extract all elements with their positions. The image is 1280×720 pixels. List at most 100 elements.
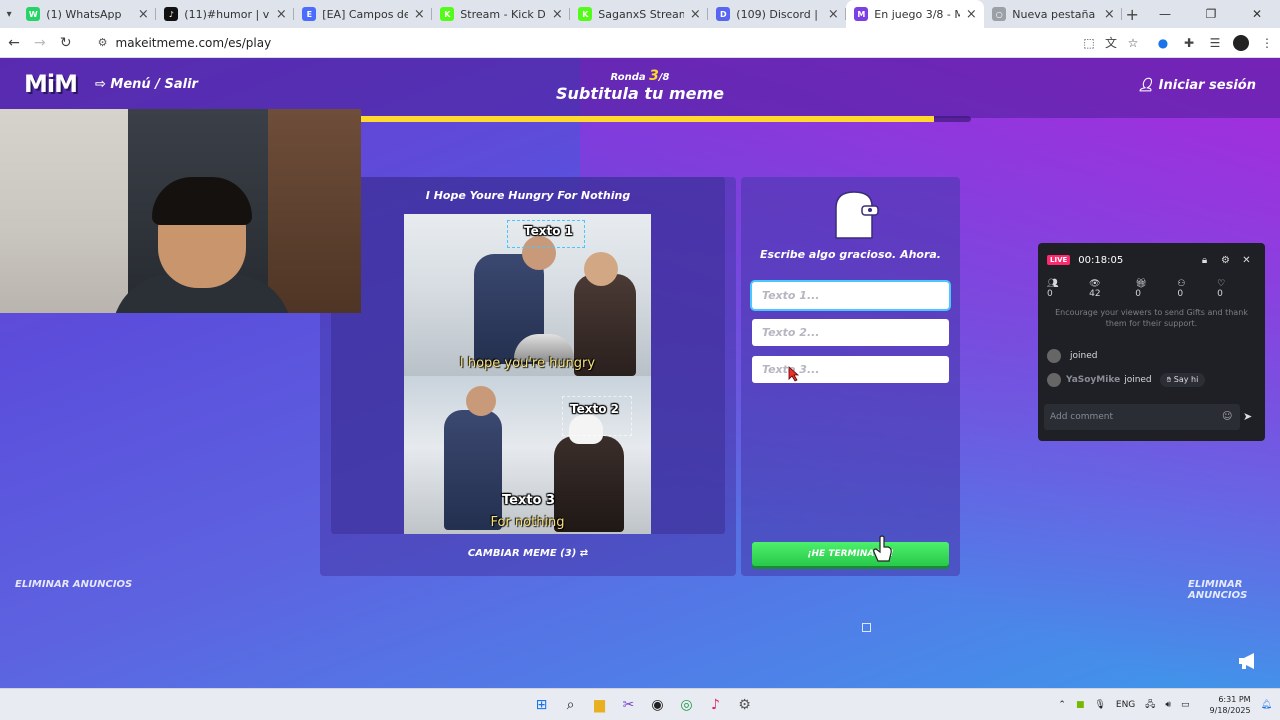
snipping-tool-icon[interactable]: ✂ xyxy=(614,694,643,716)
remove-ads-link-right[interactable]: ELIMINAR ANUNCIOS xyxy=(1188,579,1280,601)
browser-tab[interactable]: ○ Nueva pestaña × xyxy=(984,0,1123,28)
tab-close-icon[interactable]: × xyxy=(136,7,150,22)
network-icon[interactable]: 🖧︎ xyxy=(1145,697,1155,713)
extensions-puzzle-icon[interactable]: ✚ xyxy=(1176,36,1202,50)
obs-icon[interactable]: ◉ xyxy=(643,694,672,716)
chrome-icon[interactable]: ◎ xyxy=(672,694,701,716)
volume-icon[interactable]: 🔊︎ xyxy=(1165,700,1171,710)
search-icon[interactable]: ⌕ xyxy=(556,694,585,716)
overlay-toggle-icon[interactable] xyxy=(862,623,871,632)
page-viewport: MiM ⇨ Menú / Salir Ronda 3/8 Subtitula t… xyxy=(0,58,1280,688)
gifts-stat: 🎁︎ 0 xyxy=(1135,279,1165,299)
forward-arrow-icon[interactable]: → xyxy=(28,35,52,51)
tab-close-icon[interactable]: × xyxy=(688,7,702,22)
taskbar-apps: ⊞ ⌕ ▆ ✂ ◉ ◎ ♪ ⚙ xyxy=(527,694,759,716)
say-hi-label: Say hi xyxy=(1173,375,1199,384)
browser-tab[interactable]: E [EA] Campos de batall× xyxy=(294,0,433,28)
followers-stat: 👥︎ 0 xyxy=(1047,279,1077,299)
meme-figure xyxy=(444,410,502,530)
battery-icon[interactable]: ▭ xyxy=(1181,700,1190,710)
close-icon[interactable]: ✕ xyxy=(1236,255,1257,266)
site-info-icon[interactable]: ⚙ xyxy=(98,36,108,49)
tab-close-icon[interactable]: × xyxy=(826,7,840,22)
browser-tab-label: (11)#humor | videos de m xyxy=(184,7,270,21)
tray-overflow-chevron-icon[interactable]: ⌃ xyxy=(1058,700,1066,710)
chat-avatar xyxy=(1047,373,1061,387)
chat-line: joined xyxy=(1047,349,1097,363)
kick-stream-widget: LIVE 00:18:05 🔒︎ ⚙ ✕ 👥︎ 0 👁︎ 42 🎁︎ 0 ⚇ 0… xyxy=(1038,243,1265,441)
login-link[interactable]: 👤︎ Iniciar sesión xyxy=(1138,78,1256,93)
round-total: /8 xyxy=(658,72,670,83)
reading-list-icon[interactable]: ☰ xyxy=(1202,36,1228,50)
followers-count: 0 xyxy=(1047,289,1053,299)
change-meme-button[interactable]: CAMBIAR MEME (3) ⇄ xyxy=(331,548,725,559)
send-icon[interactable]: ➤ xyxy=(1243,410,1252,423)
emoji-icon[interactable]: ☺ xyxy=(1222,411,1232,422)
chat-avatar xyxy=(1047,349,1061,363)
say-hi-button[interactable]: ✋︎ Say hi xyxy=(1159,373,1206,387)
restore-icon[interactable]: ❐ xyxy=(1188,7,1234,21)
mascot-icon xyxy=(835,191,879,239)
clock[interactable]: 6:31 PM 9/18/2025 xyxy=(1200,694,1251,716)
megaphone-icon[interactable] xyxy=(1238,652,1258,670)
install-app-icon[interactable]: ⬚ xyxy=(1078,36,1100,50)
new-tab-plus-icon[interactable]: + xyxy=(1122,0,1142,28)
settings-gear-icon[interactable]: ⚙ xyxy=(1215,255,1236,266)
window-controls: — ❐ ✕ xyxy=(1142,0,1280,28)
finished-button[interactable]: ¡HE TERMINADO! xyxy=(752,542,949,566)
meme-caption-bottom: For nothing xyxy=(490,515,565,530)
url-text[interactable]: makeitmeme.com/es/play xyxy=(116,36,272,50)
likes-count: 0 xyxy=(1217,289,1223,299)
login-label: Iniciar sesión xyxy=(1158,78,1256,93)
capcut-icon[interactable]: ♪ xyxy=(701,694,730,716)
chat-username[interactable]: YaSoyMike xyxy=(1066,375,1120,385)
browser-tab-label: En juego 3/8 - Make xyxy=(874,7,961,21)
nvidia-icon[interactable]: ■ xyxy=(1076,700,1085,710)
settings-gear-icon[interactable]: ⚙ xyxy=(730,694,759,716)
clock-date: 9/18/2025 xyxy=(1209,706,1251,715)
lock-icon[interactable]: 🔒︎ xyxy=(1194,255,1215,266)
tab-close-icon[interactable]: × xyxy=(550,7,564,22)
browser-tab[interactable]: W (1) WhatsApp × xyxy=(18,0,157,28)
tab-close-icon[interactable]: × xyxy=(412,7,426,22)
comment-input[interactable] xyxy=(1044,404,1240,430)
likes-stat: ♡ 0 xyxy=(1217,279,1245,299)
reload-icon[interactable]: ↻ xyxy=(54,35,78,51)
bookmark-star-icon[interactable]: ☆ xyxy=(1122,36,1144,50)
kebab-menu-icon[interactable]: ⋮ xyxy=(1254,36,1280,50)
minimize-icon[interactable]: — xyxy=(1142,7,1188,21)
kick-icon: K xyxy=(578,7,593,21)
remove-ads-link-left[interactable]: ELIMINAR ANUNCIOS xyxy=(15,579,132,590)
browser-tab[interactable]: ♪ (11)#humor | videos de m × xyxy=(156,0,295,28)
language-indicator[interactable]: ENG xyxy=(1116,700,1135,710)
extension-blue-icon[interactable]: ● xyxy=(1150,36,1176,50)
file-explorer-icon[interactable]: ▆ xyxy=(585,694,614,716)
tab-close-icon[interactable]: × xyxy=(964,7,978,22)
back-arrow-icon[interactable]: ← xyxy=(2,35,26,51)
notification-bell-icon[interactable]: 🔔︎ xyxy=(1261,700,1272,710)
browser-tab[interactable]: M En juego 3/8 - Make× xyxy=(846,0,985,28)
webcam-overlay xyxy=(0,109,361,313)
tab-close-icon[interactable]: × xyxy=(1102,7,1116,22)
caption-input-3[interactable] xyxy=(752,356,949,383)
clock-time: 6:31 PM xyxy=(1218,695,1251,704)
subs-stat: ⚇ 0 xyxy=(1177,279,1205,299)
tab-close-icon[interactable]: × xyxy=(274,7,288,22)
close-window-icon[interactable]: ✕ xyxy=(1234,7,1280,21)
system-tray: ⌃ ■ 🎙︎ ENG 🖧︎ 🔊︎ ▭ 6:31 PM 9/18/2025 🔔︎ xyxy=(1048,689,1272,720)
profile-avatar-icon[interactable] xyxy=(1233,34,1250,51)
browser-tab[interactable]: K Stream - Kick Dashboard × xyxy=(432,0,571,28)
browser-tab[interactable]: K SaganxS Stream - Watch× xyxy=(570,0,709,28)
caption-input-1[interactable] xyxy=(752,282,949,309)
url-omnibox[interactable]: ⚙ makeitmeme.com/es/play ⬚ 文 ☆ xyxy=(86,30,1144,56)
windows-start-icon[interactable]: ⊞ xyxy=(527,694,556,716)
browser-tab[interactable]: D (109) Discord | #gene × xyxy=(708,0,847,28)
microphone-icon[interactable]: 🎙︎ xyxy=(1094,700,1105,710)
translate-icon[interactable]: 文 xyxy=(1100,34,1122,51)
tab-search-chevron-icon[interactable]: ▾ xyxy=(0,0,18,28)
caption-input-2[interactable] xyxy=(752,319,949,346)
windows-taskbar: ⊞ ⌕ ▆ ✂ ◉ ◎ ♪ ⚙ ⌃ ■ 🎙︎ ENG 🖧︎ 🔊︎ ▭ 6:31 … xyxy=(0,688,1280,720)
chat-line: YaSoyMike joined ✋︎ Say hi xyxy=(1047,373,1206,387)
text-box-1-label: Texto 1 xyxy=(524,224,573,238)
people-icon: 👥︎ xyxy=(1047,279,1059,289)
